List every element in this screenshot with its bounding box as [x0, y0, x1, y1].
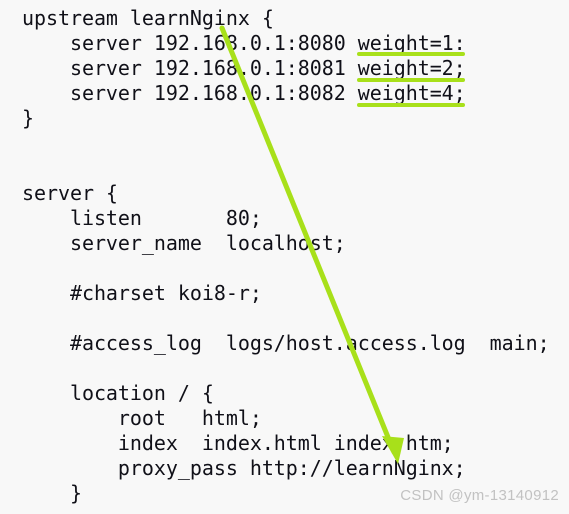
code-line-14: #access_log logs/host.access.log main; — [22, 331, 550, 355]
code-line-8: server { — [22, 181, 118, 205]
code-line-16: location / { — [22, 381, 214, 405]
code-line-18: index index.html index.htm; — [22, 431, 454, 455]
csdn-watermark: CSDN @ym-13140912 — [400, 487, 559, 504]
code-line-20: } — [22, 481, 82, 505]
code-line-5: } — [22, 106, 34, 130]
underline-weight-3 — [357, 103, 465, 107]
code-line-1: upstream learnNginx { — [22, 6, 274, 30]
underline-weight-2 — [357, 78, 465, 82]
code-line-10: server_name localhost; — [22, 231, 346, 255]
code-line-17: root html; — [22, 406, 262, 430]
code-line-12: #charset koi8-r; — [22, 281, 262, 305]
code-line-9: listen 80; — [22, 206, 262, 230]
underline-weight-1 — [357, 52, 465, 56]
nginx-config-screenshot: upstream learnNginx { server 192.168.0.1… — [0, 0, 569, 514]
code-line-19: proxy_pass http://learnNginx; — [22, 456, 466, 480]
